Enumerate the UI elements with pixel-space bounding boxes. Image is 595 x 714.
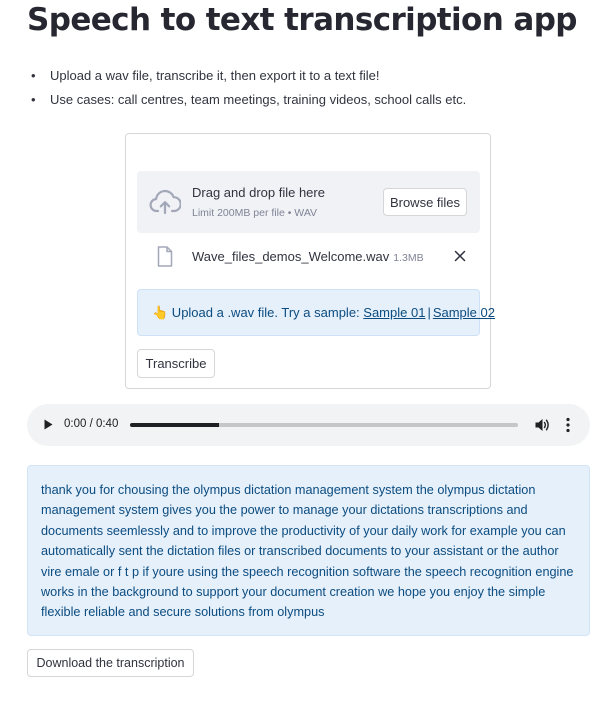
uploaded-file-size: 1.3MB xyxy=(393,252,424,264)
play-icon[interactable] xyxy=(44,419,53,430)
description-list: Upload a wav file, transcribe it, then e… xyxy=(27,64,466,111)
transcription-text: thank you for chousing the olympus dicta… xyxy=(27,465,590,636)
page-title: Speech to text transcription app xyxy=(27,2,578,38)
info-text: Upload a .wav file. Try a sample: xyxy=(168,305,364,320)
uploaded-file: Wave_files_demos_Welcome.wav 1.3MB xyxy=(192,249,424,264)
file-dropzone[interactable]: Drag and drop file here Limit 200MB per … xyxy=(137,171,480,233)
audio-progress-fill xyxy=(130,423,220,427)
audio-time: 0:00 / 0:40 xyxy=(64,418,119,430)
browse-files-button[interactable]: Browse files xyxy=(383,188,467,216)
description-item: Upload a wav file, transcribe it, then e… xyxy=(27,64,466,88)
uploaded-file-name: Wave_files_demos_Welcome.wav xyxy=(192,249,390,264)
pointing-up-emoji-icon: 👆 xyxy=(152,305,169,320)
cloud-upload-icon xyxy=(149,189,181,215)
volume-icon[interactable] xyxy=(535,418,550,432)
more-vertical-icon[interactable] xyxy=(566,417,570,433)
sample-02-link[interactable]: Sample 02 xyxy=(433,305,495,320)
file-limit-label: Limit 200MB per file • WAV xyxy=(192,207,318,219)
link-separator: | xyxy=(427,305,431,320)
description-item: Use cases: call centres, team meetings, … xyxy=(27,88,466,112)
download-transcription-button[interactable]: Download the transcription xyxy=(27,649,194,677)
dropzone-label: Drag and drop file here xyxy=(192,185,325,200)
info-alert: 👆 Upload a .wav file. Try a sample: Samp… xyxy=(137,289,495,336)
audio-progress-bar[interactable] xyxy=(130,423,518,427)
transcribe-button[interactable]: Transcribe xyxy=(137,349,215,378)
file-icon xyxy=(157,246,173,267)
close-icon[interactable] xyxy=(453,249,467,263)
audio-player: 0:00 / 0:40 xyxy=(27,404,590,446)
sample-01-link[interactable]: Sample 01 xyxy=(363,305,425,320)
